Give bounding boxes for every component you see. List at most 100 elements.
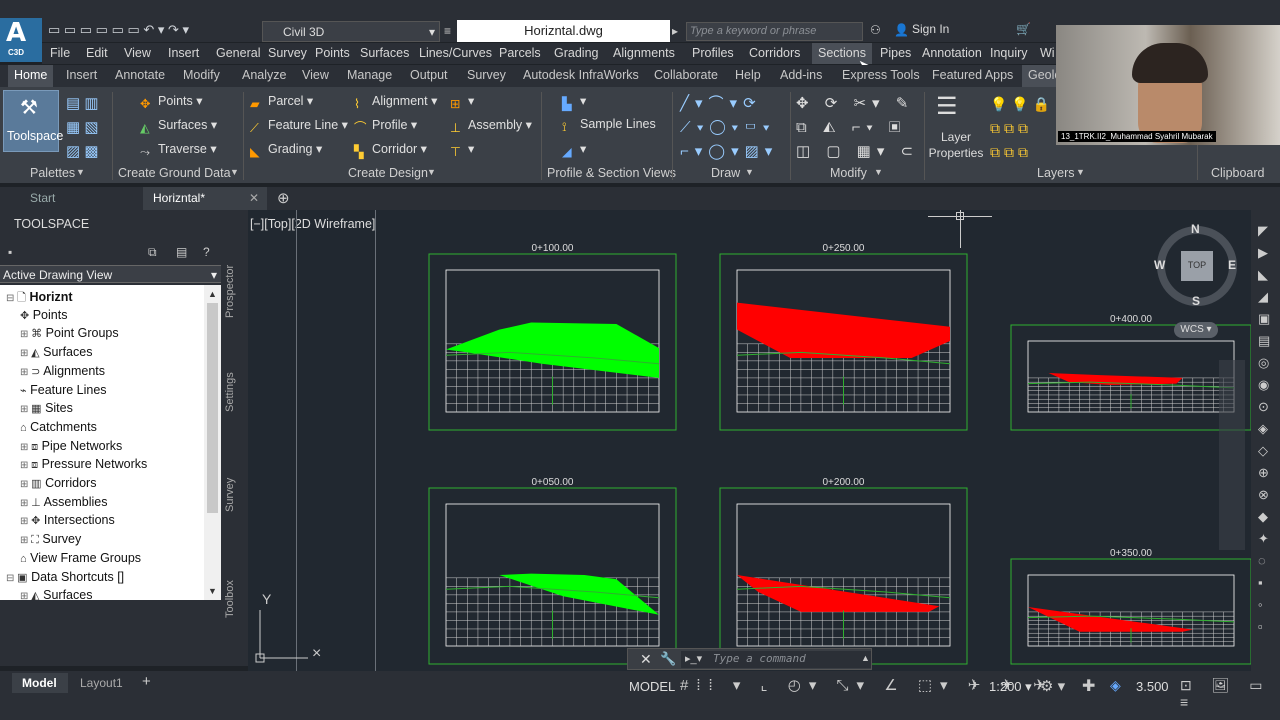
tab-home[interactable]: Home <box>8 65 54 87</box>
tree-scrollbar[interactable]: ▲ ▼ <box>204 285 221 600</box>
menu-edit[interactable]: Edit <box>86 46 108 60</box>
tab-output[interactable]: Output <box>410 68 448 82</box>
profile-section-panel-title[interactable]: Profile & Section Views <box>547 166 676 180</box>
tree-item[interactable]: ⊞ ⌘ Point Groups <box>20 326 119 340</box>
chevron-down-icon[interactable]: ▼ <box>76 167 85 177</box>
menu-general[interactable]: General <box>216 46 260 60</box>
chevron-up-icon[interactable]: ▲ <box>861 653 870 663</box>
menu-profiles[interactable]: Profiles <box>692 46 734 60</box>
prospector-tree[interactable]: ⊟ 🗋 Horiznt ✥ Points ⊞ ⌘ Point Groups ⊞ ◭ … <box>0 285 204 600</box>
tab-toolbox[interactable]: Toolbox <box>224 580 236 618</box>
tree-item[interactable]: ⊞ ◭ Surfaces <box>20 588 92 600</box>
intersection-button[interactable]: ⊞ ▾ <box>450 93 474 111</box>
chevron-down-icon[interactable]: ▼ <box>745 167 754 177</box>
wcs-menu[interactable]: WCS ▾ <box>1174 322 1218 338</box>
wrench-icon[interactable]: 🔧 <box>660 651 676 667</box>
search-input[interactable]: Type a keyword or phrase <box>686 22 863 41</box>
tree-item[interactable]: ✥ Points <box>20 308 67 322</box>
clipboard-panel-title[interactable]: Clipboard <box>1211 166 1265 180</box>
compass-north[interactable]: N <box>1191 222 1200 236</box>
workspace-select[interactable]: Civil 3D ▾ <box>262 21 440 42</box>
tab-survey-vertical[interactable]: Survey <box>224 478 236 512</box>
chevron-down-icon[interactable]: ▼ <box>230 167 239 177</box>
chevron-right-icon[interactable]: ▸ <box>672 24 678 38</box>
create-ground-panel-title[interactable]: Create Ground Data <box>118 166 231 180</box>
traverse-button[interactable]: ⤳ Traverse ▾ <box>140 141 217 159</box>
draw-panel-title[interactable]: Draw <box>711 166 740 180</box>
menu-lines-curves[interactable]: Lines/Curves <box>419 46 492 60</box>
modify-panel-title[interactable]: Modify <box>830 166 867 180</box>
toolspace-tool-icon[interactable]: ⧉ <box>148 245 157 260</box>
model-space-toggle[interactable]: MODEL <box>629 679 675 694</box>
toolspace-toggle-icon[interactable]: ▤ <box>176 245 187 259</box>
tab-insert[interactable]: Insert <box>66 68 97 82</box>
new-tab-icon[interactable]: ⊕ <box>277 189 290 207</box>
annotation-scale[interactable]: 1:200 ▾ <box>989 679 1032 695</box>
surfaces-button[interactable]: ◭ Surfaces ▾ <box>140 117 217 135</box>
viewcube-top[interactable]: TOP <box>1181 251 1213 281</box>
new-layout-icon[interactable]: + <box>142 673 151 690</box>
sign-in-button[interactable]: Sign In <box>912 22 949 36</box>
layer-properties-button[interactable]: Layer Properties <box>928 129 984 161</box>
menu-points[interactable]: Points <box>315 46 350 60</box>
menu-parcels[interactable]: Parcels <box>499 46 541 60</box>
tab-annotate[interactable]: Annotate <box>115 68 165 82</box>
tab-featured-apps[interactable]: Featured Apps <box>932 68 1013 82</box>
tree-item[interactable]: ⊞ ⛶ Survey <box>20 532 81 547</box>
tab-modify[interactable]: Modify <box>183 68 220 82</box>
command-input[interactable]: Type a command <box>681 651 871 668</box>
menu-survey[interactable]: Survey <box>268 46 307 60</box>
menu-corridors[interactable]: Corridors <box>749 46 800 60</box>
toolspace-icon[interactable]: ▪ <box>8 245 12 259</box>
sample-lines-button[interactable]: ⟟ Sample Lines <box>562 117 656 134</box>
toolspace-button[interactable]: ⚒ Toolspace <box>3 90 63 152</box>
quick-access-toolbar[interactable]: ▭ ▭ ▭ ▭ ▭ ▭ ↶ ▾ ↷ ▾ <box>48 22 189 38</box>
chevron-down-icon[interactable]: ▼ <box>427 167 436 177</box>
layout1-tab[interactable]: Layout1 <box>80 676 123 690</box>
points-button[interactable]: ✥ Points ▾ <box>140 93 203 111</box>
tree-item[interactable]: ⌂ View Frame Groups <box>20 551 141 565</box>
tab-survey[interactable]: Survey <box>467 68 506 82</box>
tab-manage[interactable]: Manage <box>347 68 392 82</box>
cart-icon[interactable]: 🛒 <box>1016 22 1031 36</box>
grading-button[interactable]: ◣ Grading ▾ <box>250 141 322 159</box>
tab-express-tools[interactable]: Express Tools <box>842 68 920 82</box>
menu-view[interactable]: View <box>124 46 151 60</box>
tree-item[interactable]: ⊞ ⧈ Pressure Networks <box>20 457 147 472</box>
menu-pipes[interactable]: Pipes <box>880 46 911 60</box>
model-layout-tab[interactable]: Model <box>12 673 68 693</box>
menu-insert[interactable]: Insert <box>168 46 199 60</box>
tab-horiznt-dwg[interactable]: Horizntal* ✕ <box>143 187 267 210</box>
tab-settings-vertical[interactable]: Settings <box>224 372 236 412</box>
close-icon[interactable]: ✕ <box>640 651 652 668</box>
feature-line-button[interactable]: ⟋ Feature Line ▾ <box>250 117 348 135</box>
palette-icons[interactable]: ▤ ▥ ▦ ▧ ▨ ▩ <box>66 92 99 164</box>
assembly-button[interactable]: ⊥ Assembly ▾ <box>450 117 532 135</box>
tree-item[interactable]: ⊞ ⊥ Assemblies <box>20 495 107 509</box>
menu-inquiry[interactable]: Inquiry <box>990 46 1028 60</box>
pipe-network-button[interactable]: ⊤ ▾ <box>450 141 474 159</box>
tab-add-ins[interactable]: Add-ins <box>780 68 822 82</box>
layers-status-icon[interactable]: ◈ <box>1110 677 1121 694</box>
chevron-down-icon[interactable]: ▼ <box>874 167 883 177</box>
app-logo[interactable]: A C3D <box>0 18 42 62</box>
section-view-button[interactable]: ◢ ▾ <box>562 141 586 159</box>
right-toolbar[interactable]: ◤ ▶ ◣ ◢ ▣ ▤ ◎ ◉ ⊙ ◈ ◇ ⊕ ⊗ ◆ ✦ ◌ ▪ ◦ ▫ <box>1251 210 1280 671</box>
tree-item[interactable]: ⌂ Catchments <box>20 420 97 434</box>
parcel-button[interactable]: ▰ Parcel ▾ <box>250 93 313 111</box>
tab-collaborate[interactable]: Collaborate <box>654 68 718 82</box>
tab-help[interactable]: Help <box>735 68 761 82</box>
compass-west[interactable]: W <box>1154 258 1165 272</box>
profile-button[interactable]: ⌒ Profile ▾ <box>354 117 417 135</box>
navigation-bar[interactable] <box>1219 360 1245 550</box>
tree-item[interactable]: ⊞ ✥ Intersections <box>20 513 115 527</box>
status-right-icons[interactable]: ⊡ 🖼 ▭ ≡ <box>1180 677 1280 710</box>
tab-prospector[interactable]: Prospector <box>224 265 236 318</box>
layer-tools[interactable]: 💡💡🔒 ⧉⧉⧉ ⧉⧉⧉ <box>990 92 1054 164</box>
compass-east[interactable]: E <box>1228 258 1236 272</box>
menu-alignments[interactable]: Alignments <box>613 46 675 60</box>
help-icon[interactable]: ? <box>203 245 210 259</box>
tree-item[interactable]: ⊞ ◭ Surfaces <box>20 345 92 359</box>
close-icon[interactable]: ✕ <box>249 191 259 205</box>
tab-start[interactable]: Start <box>20 187 65 210</box>
